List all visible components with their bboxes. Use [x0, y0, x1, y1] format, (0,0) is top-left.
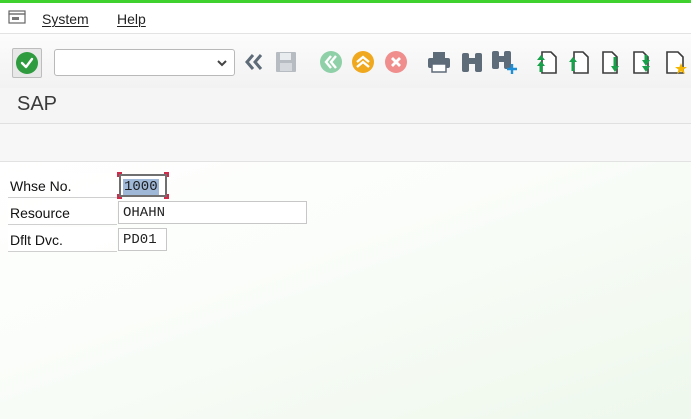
create-shortcut-icon	[666, 51, 687, 74]
standard-toolbar	[0, 34, 691, 88]
last-page-icon	[633, 51, 650, 74]
device-field[interactable]: PD01	[118, 228, 167, 251]
first-page-button[interactable]	[532, 47, 562, 77]
focus-marker	[117, 194, 122, 199]
save-icon	[276, 52, 296, 72]
find-next-button[interactable]	[489, 47, 519, 77]
resource-label: Resource	[8, 200, 117, 225]
save-button[interactable]	[271, 47, 301, 77]
enter-icon	[16, 52, 38, 74]
exit-button[interactable]	[348, 47, 378, 77]
focus-marker	[117, 172, 122, 177]
first-page-icon	[537, 51, 557, 74]
menu-toggle-icon[interactable]	[8, 10, 26, 24]
back-icon	[320, 51, 342, 73]
cancel-icon	[385, 51, 407, 73]
previous-page-button[interactable]	[564, 47, 594, 77]
enter-button[interactable]	[12, 48, 42, 78]
whse-value: 1000	[123, 179, 159, 195]
last-page-button[interactable]	[628, 47, 658, 77]
menu-help[interactable]: Help	[117, 11, 146, 27]
device-value: PD01	[123, 232, 157, 248]
back-button[interactable]	[316, 47, 346, 77]
menu-bar: System Help	[0, 3, 691, 34]
focus-marker	[164, 172, 169, 177]
print-icon	[428, 52, 450, 73]
next-page-icon	[602, 51, 619, 74]
back-double-chevron-icon	[245, 54, 263, 70]
chevron-down-icon[interactable]	[216, 57, 228, 69]
whse-label: Whse No.	[8, 173, 117, 198]
device-label: Dflt Dvc.	[8, 227, 117, 252]
title-bar: SAP	[0, 88, 691, 124]
resource-value: OHAHN	[123, 205, 166, 221]
resource-field[interactable]: OHAHN	[118, 201, 307, 224]
find-icon	[462, 53, 482, 72]
create-shortcut-button[interactable]	[664, 47, 690, 77]
find-next-icon	[492, 51, 517, 74]
find-button[interactable]	[457, 47, 487, 77]
exit-icon	[352, 51, 374, 73]
application-toolbar	[0, 124, 691, 162]
back-double-chevron-button[interactable]	[239, 47, 269, 77]
menu-system[interactable]: System	[42, 11, 89, 27]
next-page-button[interactable]	[597, 47, 627, 77]
focus-marker	[164, 194, 169, 199]
cancel-button[interactable]	[381, 47, 411, 77]
command-field[interactable]	[54, 49, 235, 76]
print-button[interactable]	[424, 47, 454, 77]
whse-field[interactable]: 1000	[117, 172, 169, 199]
page-title: SAP	[17, 93, 58, 115]
previous-page-icon	[569, 51, 589, 74]
